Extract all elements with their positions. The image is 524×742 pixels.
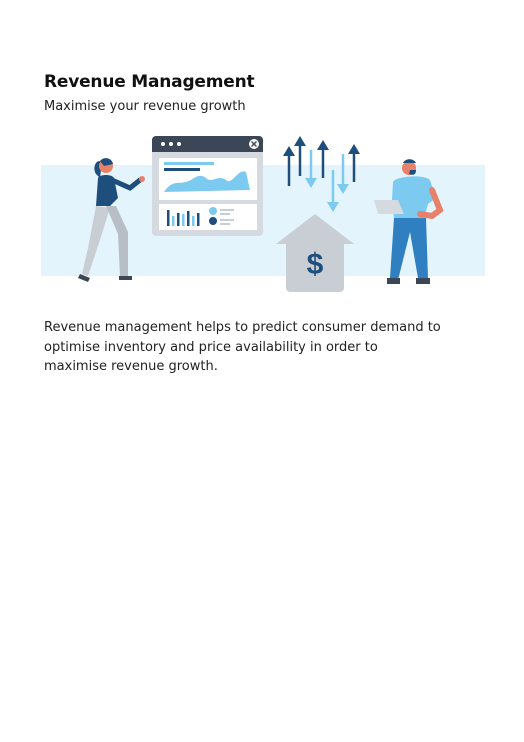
page-title: Revenue Management — [44, 72, 255, 92]
description-paragraph: Revenue management helps to predict cons… — [44, 320, 441, 374]
dashboard-window-icon — [152, 136, 263, 236]
dollar-sign: $ — [307, 248, 324, 281]
revenue-illustration: $ — [41, 136, 485, 292]
close-icon — [249, 139, 259, 149]
page-subtitle: Maximise your revenue growth — [44, 99, 246, 114]
